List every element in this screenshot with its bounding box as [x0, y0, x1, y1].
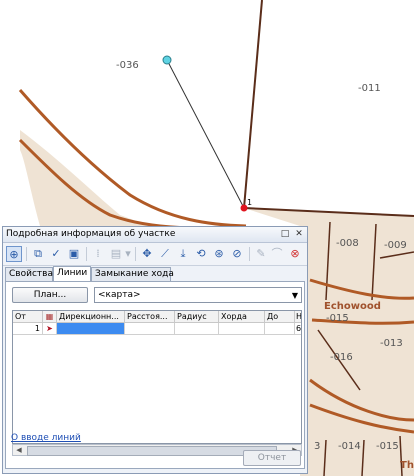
lines-grid[interactable]: От ▦ Дирекционн... Расстоя... Радиус Хор… — [12, 310, 302, 444]
delete-icon[interactable]: ⊗ — [287, 246, 303, 262]
toolbar-separator — [26, 247, 27, 261]
street-label: Echowood — [324, 301, 381, 312]
parcel-label: -015 — [376, 441, 399, 452]
column-header-chord[interactable]: Хорда — [219, 311, 265, 323]
parcel-label: -036 — [116, 60, 139, 71]
cell-chord[interactable] — [219, 323, 265, 335]
table-dropdown-icon[interactable]: ▤ — [108, 246, 124, 262]
toolbar: ⊕ ⧉ ✓ ▣ ⁞ ▤ ▾ ✥ ⟋ ⤓ ⟲ ⊛ ⊘ ✎ ⌒ ⊗ — [3, 243, 307, 266]
map-select[interactable]: <карта> ▼ — [94, 287, 302, 303]
parcel-label: 3 — [314, 441, 321, 452]
toolbar-separator — [135, 247, 136, 261]
street-label-partial: Th — [400, 460, 414, 471]
toolbar-separator — [249, 247, 250, 261]
parcel-label: -013 — [380, 338, 403, 349]
column-header-to[interactable]: До — [265, 311, 295, 323]
tab-traverse-closure[interactable]: Замыкание хода — [91, 267, 174, 281]
image-icon[interactable]: ▣ — [66, 246, 82, 262]
scrollbar-thumb[interactable] — [27, 446, 277, 456]
parcel-label: -008 — [336, 238, 359, 249]
cell-to-empty[interactable] — [265, 323, 295, 335]
parcel-label: -016 — [330, 352, 353, 363]
window-title: Подробная информация об участке — [6, 229, 176, 239]
column-header-bearing[interactable]: Дирекционн... — [57, 311, 125, 323]
join-parcel-icon[interactable]: ✥ — [139, 246, 155, 262]
add-point-icon[interactable]: ⧉ — [30, 246, 46, 262]
column-header-distance[interactable]: Расстоя... — [125, 311, 175, 323]
plan-button[interactable]: План... — [12, 287, 88, 303]
cell-bearing-selected[interactable] — [57, 323, 125, 335]
parcel-label: -014 — [338, 441, 361, 452]
tab-properties[interactable]: Свойства — [5, 267, 53, 281]
road-band-left — [20, 130, 150, 226]
parcel-label: -015 — [326, 313, 349, 324]
parcel-details-window: Подробная информация об участке □ ✕ ⊕ ⧉ … — [2, 226, 308, 474]
traverse-start-point[interactable] — [162, 55, 172, 65]
parcel-boundary-vertical — [243, 0, 263, 209]
restore-button[interactable]: □ — [279, 228, 291, 240]
report-button[interactable]: Отчет — [243, 450, 301, 466]
chevron-down-icon[interactable]: ▾ — [124, 246, 132, 262]
line-tool-icon[interactable]: ⟋ — [157, 246, 173, 262]
scroll-left-icon[interactable]: ◀ — [13, 445, 25, 455]
column-header-extra[interactable]: Н — [295, 311, 301, 323]
column-header-icon[interactable]: ▦ — [43, 311, 57, 323]
split-icon[interactable]: ⤓ — [175, 246, 191, 262]
about-lines-link[interactable]: О вводе линий — [11, 433, 81, 443]
crosshair-icon[interactable]: ⊕ — [6, 246, 22, 262]
scale-parcel-icon[interactable]: ⊛ — [211, 246, 227, 262]
cell-radius[interactable] — [175, 323, 219, 335]
parcel-label: -009 — [384, 240, 407, 251]
vertex-label: 1 — [247, 198, 253, 207]
window-titlebar[interactable]: Подробная информация об участке □ ✕ — [3, 227, 307, 243]
close-button[interactable]: ✕ — [293, 228, 305, 240]
grid-points-icon[interactable]: ⁞ — [90, 246, 106, 262]
edit-vertex-icon[interactable]: ✎ — [253, 246, 269, 262]
tab-lines[interactable]: Линии — [53, 266, 91, 281]
column-header-from[interactable]: От — [13, 311, 43, 323]
cell-from[interactable]: 1 — [13, 323, 43, 335]
chevron-down-icon: ▼ — [291, 291, 298, 300]
cell-to[interactable]: 6 — [295, 323, 301, 335]
cell-distance[interactable] — [125, 323, 175, 335]
toolbar-separator — [86, 247, 87, 261]
curve-icon[interactable]: ⌒ — [269, 246, 285, 262]
column-header-radius[interactable]: Радиус — [175, 311, 219, 323]
traverse-line — [166, 59, 245, 209]
row-arrow-icon: ➤ — [43, 323, 57, 335]
snap-icon[interactable]: ⊘ — [229, 246, 245, 262]
check-parcel-icon[interactable]: ✓ — [48, 246, 64, 262]
parcel-label: -011 — [358, 83, 381, 94]
rotate-parcel-icon[interactable]: ⟲ — [193, 246, 209, 262]
map-select-value: <карта> — [98, 290, 141, 300]
